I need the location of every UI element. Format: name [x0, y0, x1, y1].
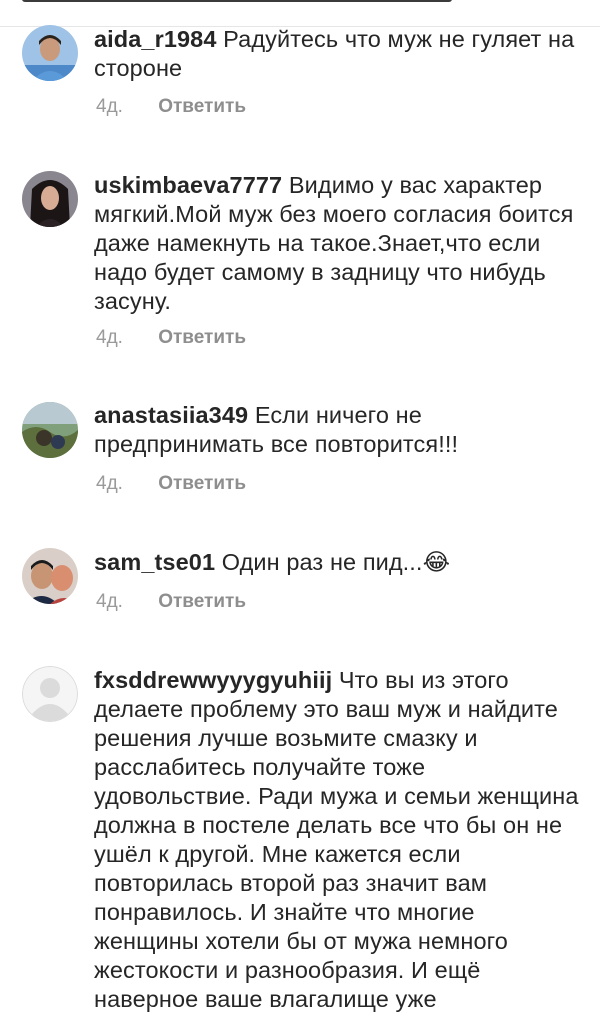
comment-username[interactable]: fxsddrewwyyygyuhiij — [94, 667, 332, 693]
reply-button[interactable]: Ответить — [158, 473, 246, 494]
avatar[interactable] — [22, 666, 78, 722]
comment-meta: 4д. Ответить — [96, 327, 246, 349]
avatar[interactable] — [22, 402, 78, 458]
comment-username[interactable]: uskimbaeva7777 — [94, 172, 282, 198]
comment-body: anastasiia349 Если ничего не предпринима… — [94, 401, 584, 459]
avatar-image — [22, 25, 78, 81]
comment-body: uskimbaeva7777 Видимо у вас характер мяг… — [94, 171, 584, 316]
avatar[interactable] — [22, 548, 78, 604]
comment-body: sam_tse01 Один раз не пид...😂 — [94, 548, 584, 577]
reply-button[interactable]: Ответить — [158, 591, 246, 612]
comment-username[interactable]: aida_r1984 — [94, 26, 217, 52]
avatar[interactable] — [22, 171, 78, 227]
avatar-image — [22, 548, 78, 604]
comment-meta: 4д. Ответить — [96, 473, 246, 495]
comment-time: 4д. — [96, 327, 123, 348]
default-avatar-icon — [22, 666, 78, 722]
reply-button[interactable]: Ответить — [158, 96, 246, 117]
comment-body: aida_r1984 Радуйтесь что муж не гуляет н… — [94, 25, 584, 83]
comment-time: 4д. — [96, 96, 123, 117]
comment-username[interactable]: anastasiia349 — [94, 402, 248, 428]
comment-text: Что вы из этого делаете проблему это ваш… — [94, 667, 579, 1012]
avatar-image — [22, 402, 78, 458]
comment-time: 4д. — [96, 473, 123, 494]
cropped-header-text — [22, 0, 452, 2]
comment-username[interactable]: sam_tse01 — [94, 549, 215, 575]
reply-button[interactable]: Ответить — [158, 327, 246, 348]
comment-time: 4д. — [96, 591, 123, 612]
comment-text: Один раз не пид...😂 — [221, 549, 451, 575]
comment-body: fxsddrewwyyygyuhiij Что вы из этого дела… — [94, 666, 584, 1014]
avatar[interactable] — [22, 25, 78, 81]
top-bar — [0, 0, 600, 27]
comment-meta: 4д. Ответить — [96, 96, 246, 118]
avatar-image — [22, 171, 78, 227]
comment-meta: 4д. Ответить — [96, 591, 246, 613]
